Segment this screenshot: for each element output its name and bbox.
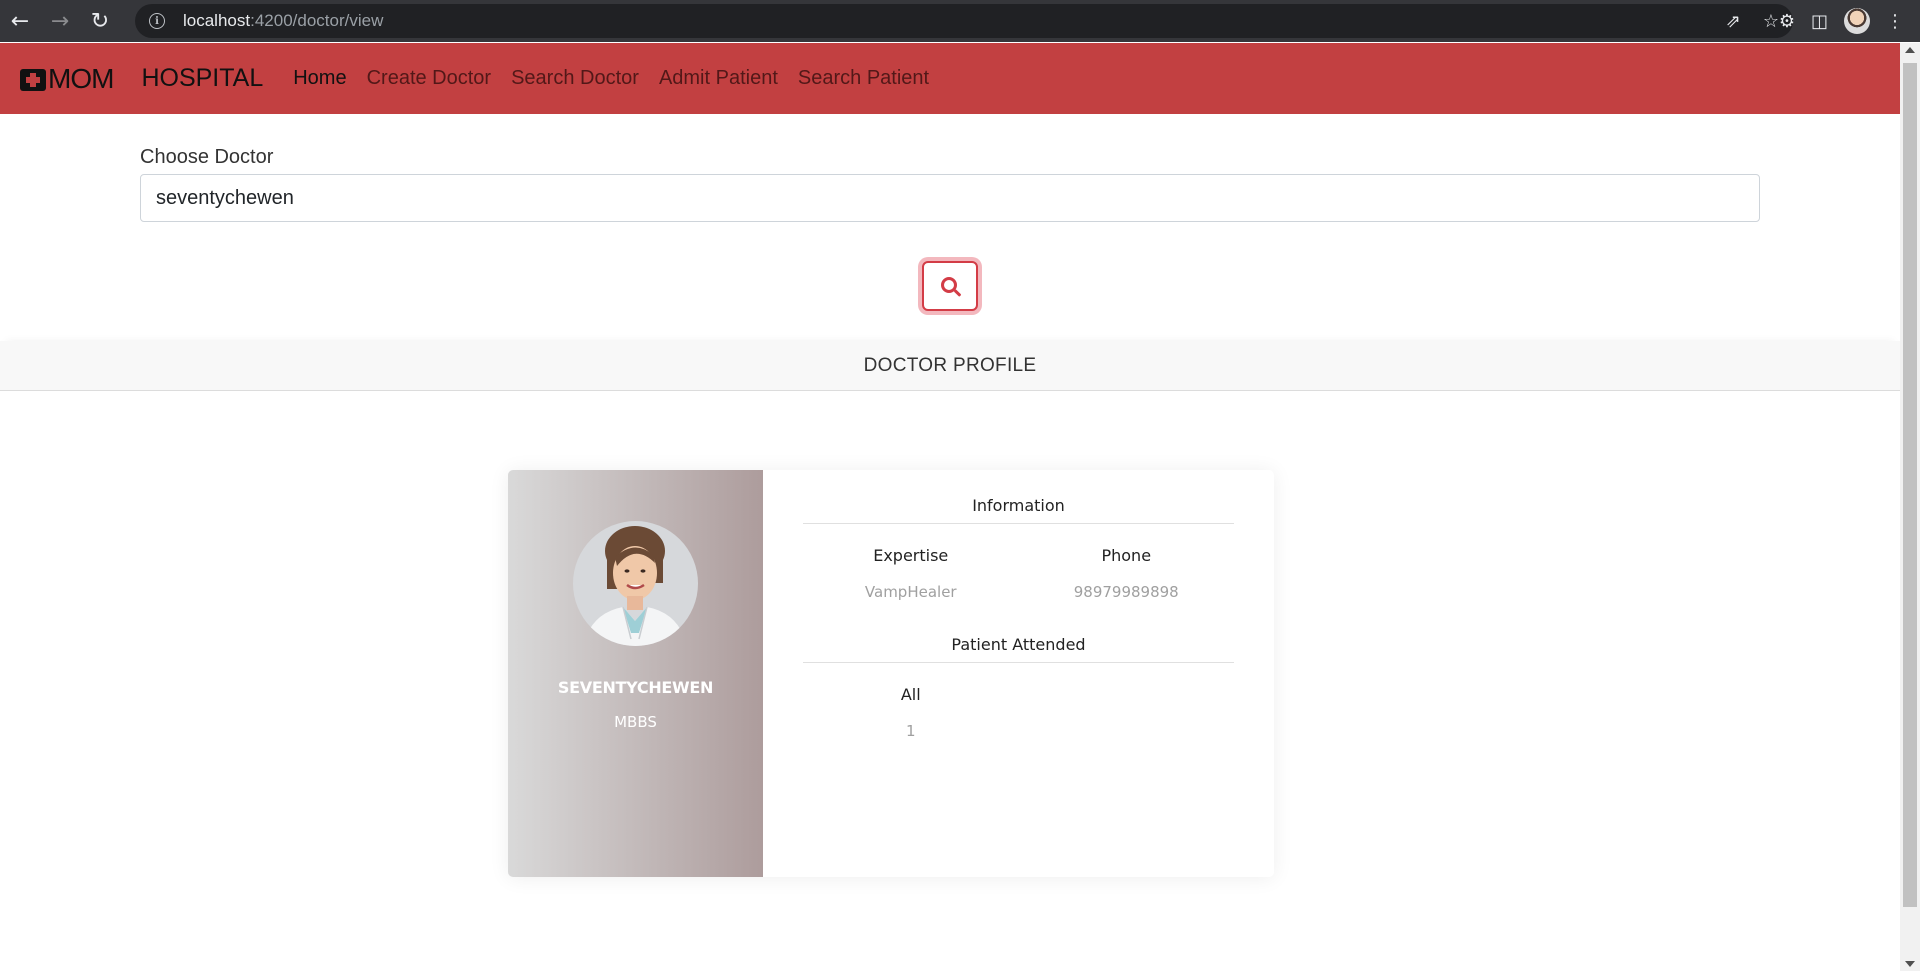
doctor-profile-card: SEVENTYCHEWEN MBBS Information Expertise… <box>508 470 1274 877</box>
site-info-icon[interactable]: i <box>149 13 165 29</box>
expertise-label: Expertise <box>873 546 949 565</box>
expertise-value: VampHealer <box>864 583 957 601</box>
nav-link-admit-patient[interactable]: Admit Patient <box>659 67 778 90</box>
medical-cross-icon <box>20 69 46 92</box>
scroll-up-icon[interactable] <box>1905 47 1915 53</box>
brand-logo: MOM <box>20 62 114 95</box>
browser-toolbar: ← → ↻ i localhost:4200/doctor/view ⇗ ☆ ⚙… <box>0 0 1920 42</box>
phone-value: 98979989898 <box>1073 583 1179 601</box>
profile-card-sidebar: SEVENTYCHEWEN MBBS <box>508 470 763 877</box>
app-navbar: MOM HOSPITAL Home Create Doctor Search D… <box>0 43 1900 114</box>
section-title: DOCTOR PROFILE <box>863 354 1037 376</box>
all-patients-field: All 1 <box>803 685 1019 740</box>
choose-doctor-input[interactable] <box>140 174 1760 222</box>
choose-doctor-label: Choose Doctor <box>140 146 274 168</box>
nav-links: Home Create Doctor Search Doctor Admit P… <box>293 67 929 90</box>
patients-attended-title: Patient Attended <box>803 635 1234 663</box>
expertise-field: Expertise VampHealer <box>803 546 1019 601</box>
phone-field: Phone 98979989898 <box>1019 546 1235 601</box>
address-bar[interactable]: i localhost:4200/doctor/view ⇗ ☆ <box>135 4 1793 38</box>
patients-row: All 1 <box>803 685 1234 740</box>
patients-empty-col <box>1019 685 1235 740</box>
url-host: localhost <box>183 11 251 30</box>
doctor-profile-header: DOCTOR PROFILE <box>0 341 1900 391</box>
search-button[interactable] <box>922 261 978 311</box>
share-icon[interactable]: ⇗ <box>1726 11 1741 32</box>
information-title: Information <box>803 496 1234 524</box>
reload-icon[interactable]: ↻ <box>80 0 120 42</box>
brand[interactable]: MOM HOSPITAL <box>20 63 263 95</box>
brand-name: HOSPITAL <box>141 64 264 92</box>
scroll-down-icon[interactable] <box>1905 961 1915 967</box>
nav-link-search-patient[interactable]: Search Patient <box>798 67 929 90</box>
back-icon[interactable]: ← <box>0 0 40 42</box>
nav-link-home[interactable]: Home <box>293 67 346 90</box>
all-patients-label: All <box>900 685 921 704</box>
nav-link-search-doctor[interactable]: Search Doctor <box>511 67 639 90</box>
doctor-name: SEVENTYCHEWEN <box>557 678 714 697</box>
all-patients-value: 1 <box>905 722 916 740</box>
side-panel-icon[interactable]: ◫ <box>1811 11 1828 32</box>
forward-icon[interactable]: → <box>40 0 80 42</box>
nav-link-create-doctor[interactable]: Create Doctor <box>367 67 492 90</box>
doctor-degree: MBBS <box>614 713 657 731</box>
information-row: Expertise VampHealer Phone 98979989898 <box>803 546 1234 601</box>
patients-attended-block: Patient Attended All 1 <box>803 635 1234 740</box>
url-text[interactable]: localhost:4200/doctor/view <box>183 11 383 31</box>
page-scrollbar[interactable] <box>1900 43 1920 971</box>
menu-icon[interactable]: ⋮ <box>1886 11 1904 32</box>
doctor-photo <box>573 521 698 646</box>
bookmark-star-icon[interactable]: ☆ <box>1763 11 1779 32</box>
profile-avatar[interactable] <box>1844 8 1870 34</box>
brand-logo-text: MOM <box>48 62 114 94</box>
profile-card-details: Information Expertise VampHealer Phone 9… <box>763 470 1274 877</box>
search-icon <box>940 276 957 293</box>
scrollbar-thumb[interactable] <box>1903 63 1917 907</box>
url-path: :4200/doctor/view <box>250 11 384 30</box>
phone-label: Phone <box>1101 546 1152 565</box>
extensions-icon[interactable]: ⚙ <box>1779 11 1795 32</box>
